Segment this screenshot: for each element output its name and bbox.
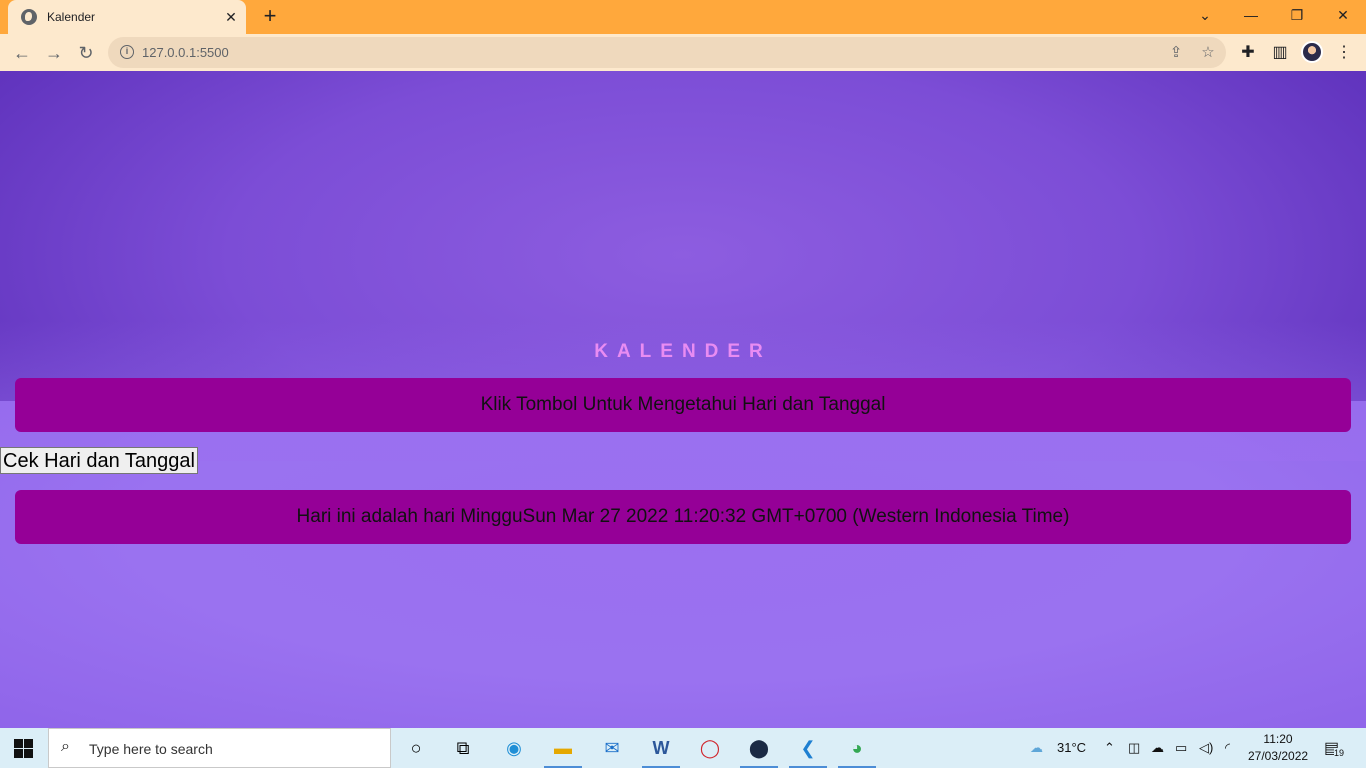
url-text[interactable]: 127.0.0.1:5500 — [142, 45, 229, 60]
taskbar: ⌕ Type here to search ○ ⧉ ◉ ▬ ✉ W ◯ ⬤ ❮ … — [0, 728, 1366, 768]
taskbar-search-input[interactable]: ⌕ Type here to search — [48, 728, 391, 768]
globe-icon — [21, 9, 37, 25]
page-viewport: KALENDER Klik Tombol Untuk Mengetahui Ha… — [0, 71, 1366, 728]
task-view-icon[interactable]: ⧉ — [440, 728, 486, 768]
cortana-icon[interactable]: ○ — [393, 728, 439, 768]
search-placeholder: Type here to search — [89, 741, 213, 757]
forward-arrow-icon[interactable]: → — [41, 40, 67, 66]
volume-icon[interactable]: ◁) — [1199, 740, 1213, 756]
vscode-icon[interactable]: ❮ — [785, 728, 831, 768]
wifi-icon[interactable]: ◜ — [1225, 740, 1230, 756]
new-tab-button[interactable]: + — [259, 5, 281, 27]
result-banner: Hari ini adalah hari MingguSun Mar 27 20… — [15, 490, 1351, 544]
browser-toolbar: ← → ↻ i 127.0.0.1:5500 ⇪ ☆ ✚ ▥ ⋮ — [0, 34, 1366, 71]
page-title: KALENDER — [594, 341, 772, 362]
browser-tab-bar: Kalender ✕ + ⌄ — ❐ ✕ — [0, 0, 1366, 34]
opera-icon[interactable]: ◯ — [687, 728, 733, 768]
clock[interactable]: 11:20 27/03/2022 — [1248, 731, 1308, 765]
tab-close-button[interactable]: ✕ — [222, 8, 240, 26]
result-text: Hari ini adalah hari MingguSun Mar 27 20… — [296, 506, 1070, 527]
windows-start-icon[interactable] — [14, 739, 34, 759]
address-bar[interactable]: i 127.0.0.1:5500 ⇪ ☆ — [108, 37, 1226, 68]
tab-title: Kalender — [47, 10, 96, 24]
share-icon[interactable]: ⇪ — [1165, 42, 1187, 64]
back-arrow-icon[interactable]: ← — [9, 40, 35, 66]
browser-tab[interactable]: Kalender ✕ — [8, 0, 246, 34]
search-icon: ⌕ — [61, 738, 70, 755]
profile-avatar[interactable] — [1301, 41, 1323, 63]
extensions-puzzle-icon[interactable]: ✚ — [1236, 41, 1260, 65]
chrome-icon[interactable]: ◕ — [834, 728, 880, 768]
instruction-banner: Klik Tombol Untuk Mengetahui Hari dan Ta… — [15, 378, 1351, 432]
close-window-button[interactable]: ✕ — [1320, 0, 1366, 30]
clock-date: 27/03/2022 — [1248, 749, 1309, 763]
restore-button[interactable]: ❐ — [1274, 0, 1320, 30]
side-panel-icon[interactable]: ▥ — [1268, 41, 1292, 65]
check-date-button[interactable]: Cek Hari dan Tanggal — [0, 447, 198, 474]
instruction-text: Klik Tombol Untuk Mengetahui Hari dan Ta… — [480, 394, 886, 415]
edge-browser-icon[interactable]: ◉ — [491, 728, 537, 768]
battery-icon[interactable]: ▭ — [1175, 740, 1187, 756]
steam-icon[interactable]: ⬤ — [736, 728, 782, 768]
tab-search-button[interactable]: ⌄ — [1182, 0, 1228, 30]
site-info-icon[interactable]: i — [120, 45, 134, 59]
chevron-up-icon[interactable]: ⌃ — [1104, 740, 1115, 756]
file-explorer-icon[interactable]: ▬ — [540, 728, 586, 768]
clock-time: 11:20 — [1263, 732, 1293, 746]
word-icon[interactable]: W — [638, 728, 684, 768]
weather-temp[interactable]: 31°C — [1057, 740, 1086, 755]
menu-kebab-icon[interactable]: ⋮ — [1332, 41, 1356, 65]
onedrive-icon[interactable]: ☁ — [1151, 740, 1164, 756]
bookmark-star-icon[interactable]: ☆ — [1197, 42, 1219, 64]
reload-icon[interactable]: ↻ — [73, 40, 99, 66]
meet-now-icon[interactable]: ◫ — [1128, 740, 1140, 756]
minimize-button[interactable]: — — [1228, 0, 1274, 30]
notification-count: 19 — [1334, 748, 1345, 758]
mail-icon[interactable]: ✉ — [589, 728, 635, 768]
weather-icon[interactable]: ☁ — [1030, 740, 1043, 756]
